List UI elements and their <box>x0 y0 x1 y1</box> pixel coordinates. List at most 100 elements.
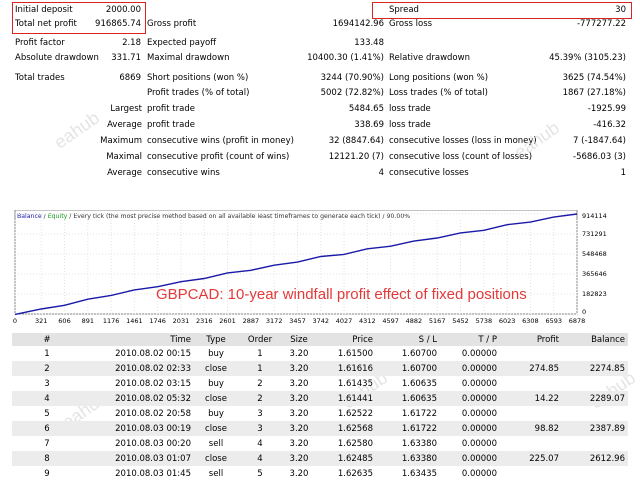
trade-price: 1.61616 <box>316 361 376 376</box>
x-tick-label: 3457 <box>289 317 306 325</box>
trade-time: 2010.08.03 01:45 <box>115 468 191 479</box>
trade-profit: 225.07 <box>500 451 562 466</box>
trade-balance: 2289.07 <box>562 391 628 406</box>
trade-size: 3.20 <box>289 408 309 419</box>
column-header-time[interactable]: Time <box>82 333 194 346</box>
trade-number: 8 <box>12 451 82 466</box>
trade-sl: 1.61722 <box>401 408 437 419</box>
x-tick-label: 4312 <box>359 317 376 325</box>
long-positions-value: 3625 (74.54%) <box>562 73 626 83</box>
trade-size: 3.20 <box>282 421 316 436</box>
x-tick-label: 2601 <box>219 317 236 325</box>
x-tick-label: 891 <box>82 317 94 325</box>
column-header-price[interactable]: Price <box>316 333 376 346</box>
table-row[interactable]: 2 2010.08.02 02:33 close 1 3.20 1.61616 1.6070… <box>12 361 628 376</box>
max-consec-losses-label: consecutive losses (loss in money) <box>389 136 537 146</box>
trade-number: 6 <box>12 421 82 436</box>
table-row[interactable]: 5 2010.08.02 20:58 buy 3 3.20 1.62522 1.61722 0… <box>12 406 628 421</box>
table-row[interactable]: 7 2010.08.03 00:20 sell 4 3.20 1.62580 1.63380… <box>12 436 628 451</box>
trade-order: 1 <box>257 348 263 359</box>
average-profit-label: profit trade <box>147 120 195 130</box>
table-row[interactable]: 8 2010.08.03 01:07 close 4 3.20 1.62485 1.6338… <box>12 451 628 466</box>
trade-tp: 0.00000 <box>440 451 500 466</box>
maximal-drawdown-value: 10400.30 (1.41%) <box>307 53 384 63</box>
column-header-profit[interactable]: Profit <box>500 333 562 346</box>
column-header-order[interactable]: Order <box>238 333 282 346</box>
trade-profit <box>500 346 562 361</box>
average-profit-value: 338.69 <box>354 120 384 130</box>
maximal-label: Maximal <box>106 152 142 162</box>
trade-time: 2010.08.02 05:32 <box>82 391 194 406</box>
table-row[interactable]: 1 2010.08.02 00:15 buy 1 3.20 1.61500 1.60700 0… <box>12 346 628 361</box>
gross-profit-value: 1694142.96 <box>332 19 384 29</box>
table-row[interactable]: 6 2010.08.03 00:19 close 3 3.20 1.62568 1.6172… <box>12 421 628 436</box>
total-net-profit-label: Total net profit <box>15 19 77 29</box>
trade-time: 2010.08.02 02:33 <box>82 361 194 376</box>
x-tick-label: 4597 <box>382 317 399 325</box>
loss-trades-label: Loss trades (% of total) <box>389 88 488 98</box>
profit-trades-value: 5002 (72.82%) <box>320 88 384 98</box>
column-header-balance[interactable]: Balance <box>562 333 628 346</box>
x-tick-label: 5738 <box>476 317 493 325</box>
x-tick-label: 3742 <box>312 317 329 325</box>
spread-value: 30 <box>615 5 626 15</box>
x-tick-label: 2887 <box>243 317 260 325</box>
trade-type: buy <box>208 378 224 389</box>
trade-type: sell <box>208 438 224 449</box>
column-header-tp[interactable]: T / P <box>440 333 500 346</box>
avg-consec-losses-label: consecutive losses <box>389 168 469 178</box>
maximal-drawdown-label: Maximal drawdown <box>147 53 230 63</box>
trade-tp: 0.00000 <box>440 421 500 436</box>
x-tick-label: 1461 <box>126 317 143 325</box>
expected-payoff-label: Expected payoff <box>147 38 217 48</box>
trade-balance <box>562 436 628 451</box>
trade-balance <box>562 406 628 421</box>
trade-tp: 0.00000 <box>440 361 500 376</box>
trade-balance: 2274.85 <box>562 361 628 376</box>
y-tick-label: 731291 <box>582 230 607 238</box>
trade-number: 5 <box>44 408 50 419</box>
balance-chart-svg: Balance / Equity / Every tick (the most … <box>13 209 607 325</box>
chart-legend-info: / Every tick (the most precise method ba… <box>67 213 410 220</box>
trade-type: close <box>194 421 238 436</box>
max-consec-losses-value: 7 (-1847.64) <box>573 136 626 146</box>
trade-time: 2010.08.03 00:19 <box>82 421 194 436</box>
trade-price: 1.62580 <box>337 438 373 449</box>
x-tick-label: 5167 <box>429 317 446 325</box>
largest-label: Largest <box>110 104 142 114</box>
column-header-size[interactable]: Size <box>282 333 316 346</box>
loss-trades-value: 1867 (27.18%) <box>562 88 626 98</box>
x-tick-label: 4027 <box>336 317 353 325</box>
trade-type: close <box>194 451 238 466</box>
trade-size: 3.20 <box>282 451 316 466</box>
table-row[interactable]: 3 2010.08.02 03:15 buy 2 3.20 1.61435 1.60635 0… <box>12 376 628 391</box>
spread-label: Spread <box>389 5 419 15</box>
avg-consec-losses-value: 1 <box>620 168 626 178</box>
table-row[interactable]: 9 2010.08.03 01:45 sell 5 3.20 1.62635 1.63435… <box>12 466 628 481</box>
column-header-sl[interactable]: S / L <box>376 333 440 346</box>
trade-tp: 0.00000 <box>461 378 497 389</box>
trade-sl: 1.60700 <box>401 348 437 359</box>
average-label: Average <box>107 120 142 130</box>
trade-order: 3 <box>238 421 282 436</box>
gross-loss-label: Gross loss <box>389 19 433 29</box>
trade-profit: 98.82 <box>500 421 562 436</box>
x-tick-label: 2316 <box>196 317 213 325</box>
table-row[interactable]: 4 2010.08.02 05:32 close 2 3.20 1.61441 1.6063… <box>12 391 628 406</box>
trade-number: 4 <box>12 391 82 406</box>
balance-chart: Balance / Equity / Every tick (the most … <box>12 209 628 330</box>
trade-profit <box>500 436 562 451</box>
trade-tp: 0.00000 <box>440 391 500 406</box>
x-tick-label: 4882 <box>406 317 423 325</box>
trade-sl: 1.60635 <box>376 391 440 406</box>
trades-body: 1 2010.08.02 00:15 buy 1 3.20 1.61500 1.60700 0… <box>12 346 628 481</box>
column-header-type[interactable]: Type <box>194 333 238 346</box>
trade-tp: 0.00000 <box>461 348 497 359</box>
gross-profit-label: Gross profit <box>147 19 197 29</box>
average-loss-value: -416.32 <box>593 120 626 130</box>
chart-overlay-title: GBPCAD: 10-year windfall profit effect o… <box>156 286 527 303</box>
column-header-number[interactable]: # <box>12 333 82 346</box>
x-tick-label: 6593 <box>545 317 562 325</box>
trade-time: 2010.08.02 03:15 <box>115 378 191 389</box>
chart-legend-balance: Balance <box>17 213 42 220</box>
